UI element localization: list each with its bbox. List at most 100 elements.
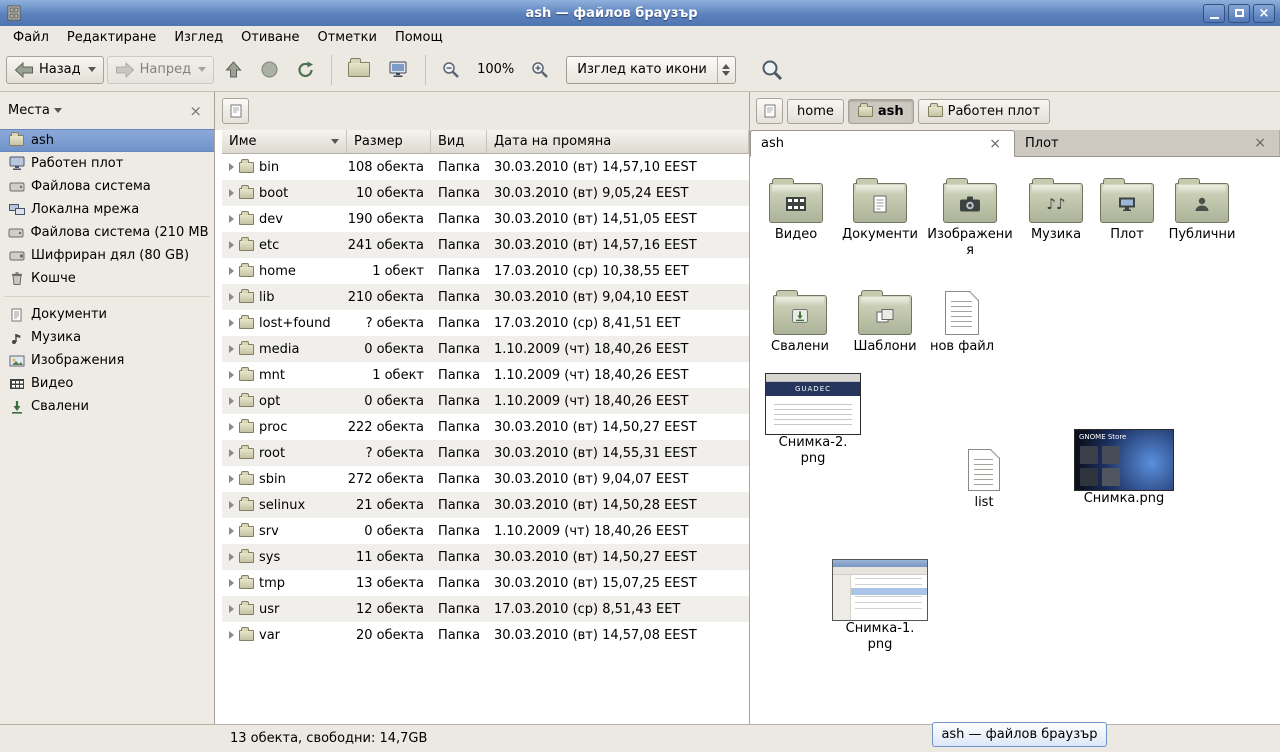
expander-icon[interactable] (229, 553, 234, 561)
table-row[interactable]: lost+found? обектаПапка17.03.2010 (ср) 8… (222, 310, 749, 336)
expander-icon[interactable] (229, 189, 234, 197)
file-item-desktop-folder[interactable]: Плот (1096, 171, 1158, 243)
icon-view[interactable]: Видео Документи Изображения ♪♪ Музика Пл… (750, 157, 1280, 724)
sidebar-close-icon[interactable]: × (185, 102, 206, 120)
menu-edit[interactable]: Редактиране (58, 28, 165, 47)
file-item-public[interactable]: Публични (1160, 171, 1244, 243)
search-button[interactable] (753, 53, 791, 86)
pathbar-button-home[interactable]: home (787, 99, 844, 124)
expander-icon[interactable] (229, 345, 234, 353)
menu-help[interactable]: Помощ (386, 28, 452, 47)
file-item-new-file[interactable]: нов файл (922, 283, 1002, 355)
table-row[interactable]: root? обектаПапка30.03.2010 (вт) 14,55,3… (222, 440, 749, 466)
table-row[interactable]: tmp13 обектаПапка30.03.2010 (вт) 15,07,2… (222, 570, 749, 596)
reload-button[interactable] (289, 55, 323, 85)
column-header-type[interactable]: Вид (431, 130, 487, 153)
sidebar-item-filesystem-210mb[interactable]: Файлова система (210 MB) (0, 221, 214, 244)
sidebar-item-ash[interactable]: ash (0, 129, 214, 152)
file-item-video[interactable]: Видео (756, 171, 836, 243)
close-button[interactable]: × (1253, 4, 1275, 23)
file-item-documents[interactable]: Документи (836, 171, 924, 243)
location-toggle-button[interactable] (756, 98, 783, 124)
table-row[interactable]: dev190 обектаПапка30.03.2010 (вт) 14,51,… (222, 206, 749, 232)
table-row[interactable]: proc222 обектаПапка30.03.2010 (вт) 14,50… (222, 414, 749, 440)
file-item-list[interactable]: list (946, 443, 1022, 511)
expander-icon[interactable] (229, 241, 234, 249)
expander-icon[interactable] (229, 293, 234, 301)
expander-icon[interactable] (229, 475, 234, 483)
table-row[interactable]: lib210 обектаПапка30.03.2010 (вт) 9,04,1… (222, 284, 749, 310)
menu-view[interactable]: Изглед (165, 28, 232, 47)
file-item-snimka2[interactable]: GUADEC Снимка-2.png (764, 373, 862, 466)
expander-icon[interactable] (229, 319, 234, 327)
file-item-snimka1[interactable]: Снимка-1.png (830, 559, 930, 652)
sidebar-item-video[interactable]: Видео (0, 372, 214, 395)
expander-icon[interactable] (229, 527, 234, 535)
stop-button[interactable] (253, 55, 286, 84)
pathbar-button-desktop[interactable]: Работен плот (918, 99, 1050, 124)
back-button[interactable]: Назад (6, 56, 104, 84)
table-row[interactable]: home1 обектПапка17.03.2010 (ср) 10,38,55… (222, 258, 749, 284)
forward-button[interactable]: Напред (107, 56, 214, 84)
column-header-date[interactable]: Дата на промяна (487, 130, 749, 153)
expander-icon[interactable] (229, 215, 234, 223)
zoom-in-button[interactable] (523, 55, 557, 85)
home-button[interactable] (340, 56, 378, 83)
table-row[interactable]: opt0 обектаПапка1.10.2009 (чт) 18,40,26 … (222, 388, 749, 414)
tab-close-icon[interactable]: × (1251, 135, 1269, 151)
tab-close-icon[interactable]: × (986, 136, 1004, 152)
expander-icon[interactable] (229, 163, 234, 171)
computer-button[interactable] (381, 55, 417, 84)
table-row[interactable]: sys11 обектаПапка30.03.2010 (вт) 14,50,2… (222, 544, 749, 570)
menu-bookmarks[interactable]: Отметки (308, 28, 385, 47)
expander-icon[interactable] (229, 605, 234, 613)
column-header-name[interactable]: Име (222, 130, 347, 153)
minimize-button[interactable] (1203, 4, 1225, 23)
table-row[interactable]: media0 обектаПапка1.10.2009 (чт) 18,40,2… (222, 336, 749, 362)
table-row[interactable]: mnt1 обектПапка1.10.2009 (чт) 18,40,26 E… (222, 362, 749, 388)
sidebar-item-documents[interactable]: Документи (0, 303, 214, 326)
location-toggle-button[interactable] (222, 98, 249, 124)
expander-icon[interactable] (229, 631, 234, 639)
table-row[interactable]: sbin272 обектаПапка30.03.2010 (вт) 9,04,… (222, 466, 749, 492)
sidebar-item-local-network[interactable]: Локална мрежа (0, 198, 214, 221)
sidebar-item-desktop[interactable]: Работен плот (0, 152, 214, 175)
tab-desktop[interactable]: Плот × (1015, 130, 1280, 156)
table-row[interactable]: etc241 обектаПапка30.03.2010 (вт) 14,57,… (222, 232, 749, 258)
sidebar-item-filesystem[interactable]: Файлова система (0, 175, 214, 198)
file-item-downloads[interactable]: Свалени (760, 283, 840, 355)
file-item-templates[interactable]: Шаблони (846, 283, 924, 355)
table-row[interactable]: selinux21 обектаПапка30.03.2010 (вт) 14,… (222, 492, 749, 518)
table-row[interactable]: bin108 обектаПапка30.03.2010 (вт) 14,57,… (222, 154, 749, 180)
table-row[interactable]: srv0 обектаПапка1.10.2009 (чт) 18,40,26 … (222, 518, 749, 544)
file-item-music[interactable]: ♪♪ Музика (1018, 171, 1094, 243)
expander-icon[interactable] (229, 423, 234, 431)
sidebar-item-images[interactable]: Изображения (0, 349, 214, 372)
expander-icon[interactable] (229, 371, 234, 379)
table-row[interactable]: boot10 обектаПапка30.03.2010 (вт) 9,05,2… (222, 180, 749, 206)
view-mode-select[interactable]: Изглед като икони (566, 56, 736, 84)
sidebar-item-encrypted-80gb[interactable]: Шифриран дял (80 GB) (0, 244, 214, 267)
expander-icon[interactable] (229, 267, 234, 275)
table-row[interactable]: usr12 обектаПапка17.03.2010 (ср) 8,51,43… (222, 596, 749, 622)
expander-icon[interactable] (229, 579, 234, 587)
menu-go[interactable]: Отиване (232, 28, 308, 47)
expander-icon[interactable] (229, 501, 234, 509)
expander-icon[interactable] (229, 449, 234, 457)
table-row[interactable]: var20 обектаПапка30.03.2010 (вт) 14,57,0… (222, 622, 749, 648)
back-dropdown-icon[interactable] (88, 67, 96, 72)
expander-icon[interactable] (229, 397, 234, 405)
maximize-button[interactable] (1228, 4, 1250, 23)
sidebar-item-trash[interactable]: Кошче (0, 267, 214, 290)
combo-spinner-icon[interactable] (717, 57, 735, 83)
column-header-size[interactable]: Размер (347, 130, 431, 153)
titlebar[interactable]: ash — файлов браузър × (0, 0, 1280, 26)
file-item-images[interactable]: Изображения (926, 171, 1014, 258)
sidebar-title-select[interactable]: Места (8, 103, 62, 118)
zoom-out-button[interactable] (434, 55, 468, 85)
sidebar-item-music[interactable]: Музика (0, 326, 214, 349)
tab-ash[interactable]: ash × (750, 130, 1015, 157)
taskbar-window-button[interactable]: ash — файлов браузър (932, 722, 1107, 747)
pathbar-button-ash[interactable]: ash (848, 99, 914, 124)
menu-file[interactable]: Файл (4, 28, 58, 47)
